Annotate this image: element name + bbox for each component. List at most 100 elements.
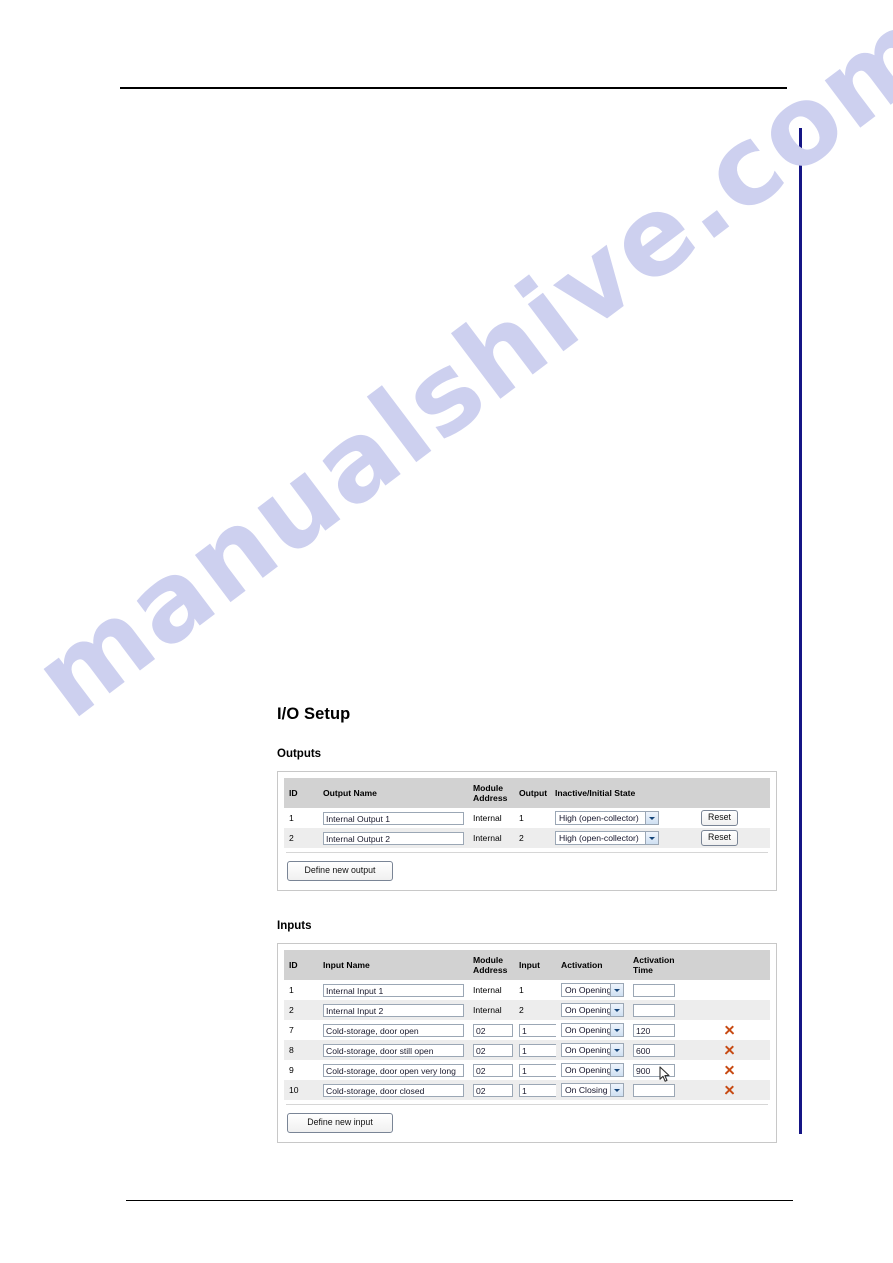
input-name-input[interactable]: Cold-storage, door still open — [323, 1043, 464, 1057]
define-new-input-button[interactable]: Define new input — [287, 1113, 393, 1134]
input-name-input[interactable]: Internal Input 2 — [323, 1003, 464, 1017]
input-activation-select[interactable]: On Closing — [561, 1083, 624, 1098]
table-row: 1 Internal Output 1 Internal 1 High (ope… — [284, 808, 770, 828]
output-state-cell: High (open-collector) — [550, 828, 668, 848]
header-rule — [120, 87, 787, 89]
input-activation-select[interactable]: On Opening — [561, 1063, 624, 1078]
input-number-input[interactable]: 1 — [519, 1023, 559, 1037]
input-module-address-input[interactable]: 02 — [473, 1063, 513, 1077]
input-delete-cell[interactable] — [688, 1080, 770, 1101]
input-activation-time-cell — [628, 1080, 688, 1101]
input-activation-cell: On Opening — [556, 1020, 628, 1041]
input-row-id: 1 — [284, 980, 318, 1001]
side-accent-bar — [799, 128, 802, 1134]
table-row: 2 Internal Output 2 Internal 2 High (ope… — [284, 828, 770, 848]
input-module-address-input[interactable]: 02 — [473, 1083, 513, 1097]
input-activation-time-cell: 600 — [628, 1040, 688, 1061]
delete-icon[interactable] — [724, 1025, 735, 1036]
input-activation-select-value: On Opening — [565, 1005, 610, 1016]
chevron-down-icon — [610, 1024, 623, 1037]
outputs-section-title: Outputs — [277, 747, 322, 760]
inputs-col-module-address: Module Address — [468, 950, 514, 981]
input-activation-time-input[interactable]: 900 — [633, 1063, 675, 1077]
input-activation-time-input[interactable] — [633, 983, 675, 997]
input-delete-cell[interactable] — [688, 1060, 770, 1081]
input-module-address-cell: 02 — [468, 1020, 514, 1041]
input-number-cell: 1 — [514, 1080, 559, 1101]
input-activation-time-input[interactable] — [633, 1003, 675, 1017]
delete-icon[interactable] — [724, 1065, 735, 1076]
input-number: 2 — [514, 1000, 556, 1021]
chevron-down-icon — [610, 1064, 623, 1077]
outputs-col-name: Output Name — [318, 778, 468, 808]
input-activation-select[interactable]: On Opening — [561, 1023, 624, 1038]
output-module-address: Internal — [468, 828, 514, 848]
input-name-input[interactable]: Cold-storage, door closed — [323, 1083, 464, 1097]
reset-button[interactable]: Reset — [701, 830, 738, 846]
reset-button[interactable]: Reset — [701, 810, 738, 826]
input-activation-select[interactable]: On Opening — [561, 1003, 624, 1018]
input-activation-cell: On Opening — [556, 1000, 628, 1021]
inputs-col-id: ID — [284, 950, 318, 981]
table-row: 2 Internal Input 2 Internal 2 On Opening — [284, 1000, 770, 1021]
input-activation-select[interactable]: On Opening — [561, 1043, 624, 1058]
inputs-table-body: 1 Internal Input 1 Internal 1 On Opening — [284, 980, 770, 1101]
input-activation-cell: On Opening — [556, 980, 628, 1001]
input-module-address: Internal — [468, 980, 514, 1001]
table-row: 8 Cold-storage, door still open 02 1 On … — [284, 1040, 770, 1061]
outputs-col-id: ID — [284, 778, 318, 808]
input-module-address-cell: 02 — [468, 1040, 514, 1061]
input-delete-cell[interactable] — [688, 1040, 770, 1061]
input-module-address-input[interactable]: 02 — [473, 1043, 513, 1057]
table-row: 10 Cold-storage, door closed 02 1 On Clo… — [284, 1080, 770, 1101]
output-name-cell: Internal Output 2 — [318, 828, 468, 848]
output-name-input[interactable]: Internal Output 1 — [323, 811, 464, 825]
input-number-input[interactable]: 1 — [519, 1083, 559, 1097]
input-delete-cell[interactable] — [688, 1020, 770, 1041]
outputs-table: ID Output Name Module Address Output Ina… — [284, 778, 770, 848]
inputs-col-input: Input — [514, 950, 556, 981]
output-state-cell: High (open-collector) — [550, 808, 668, 828]
input-activation-select[interactable]: On Opening — [561, 983, 624, 998]
define-new-output-button[interactable]: Define new output — [287, 861, 393, 881]
outputs-col-module-address: Module Address — [468, 778, 514, 808]
input-name-input[interactable]: Cold-storage, door open — [323, 1023, 464, 1037]
input-number-input[interactable]: 1 — [519, 1063, 559, 1077]
input-activation-time-input[interactable] — [633, 1083, 675, 1097]
input-activation-time-input[interactable]: 120 — [633, 1023, 675, 1037]
output-number: 2 — [514, 828, 550, 848]
chevron-down-icon — [645, 832, 658, 844]
output-state-select-value: High (open-collector) — [559, 813, 639, 823]
inputs-section-title: Inputs — [277, 919, 312, 932]
input-number-input[interactable]: 1 — [519, 1043, 559, 1057]
input-module-address-input[interactable]: 02 — [473, 1023, 513, 1037]
output-state-select-value: High (open-collector) — [559, 833, 639, 843]
input-activation-time-input[interactable]: 600 — [633, 1043, 675, 1057]
input-activation-select-value: On Opening — [565, 1025, 610, 1036]
output-module-address: Internal — [468, 808, 514, 828]
table-row: 9 Cold-storage, door open very long 02 1 — [284, 1060, 770, 1081]
output-name-input[interactable]: Internal Output 2 — [323, 831, 464, 845]
input-activation-select-value: On Opening — [565, 1045, 610, 1056]
output-state-select[interactable]: High (open-collector) — [555, 811, 659, 825]
output-reset-cell: Reset — [668, 808, 770, 828]
output-state-select[interactable]: High (open-collector) — [555, 831, 659, 845]
input-row-id: 2 — [284, 1000, 318, 1021]
input-name-input[interactable]: Cold-storage, door open very long — [323, 1063, 464, 1077]
delete-icon[interactable] — [724, 1085, 735, 1096]
output-name-cell: Internal Output 1 — [318, 808, 468, 828]
input-number-cell: 1 — [514, 1020, 559, 1041]
footer-rule — [126, 1200, 793, 1201]
chevron-down-icon — [610, 1044, 623, 1057]
input-activation-cell: On Closing — [556, 1080, 628, 1101]
inputs-table: ID Input Name Module Address Input Activ… — [284, 950, 770, 1101]
outputs-col-actions — [668, 778, 770, 808]
delete-icon[interactable] — [724, 1045, 735, 1056]
inputs-col-activation: Activation — [556, 950, 628, 981]
table-row: 1 Internal Input 1 Internal 1 On Opening — [284, 980, 770, 1001]
inputs-panel: ID Input Name Module Address Input Activ… — [277, 943, 777, 1144]
outputs-table-body: 1 Internal Output 1 Internal 1 High (ope… — [284, 808, 770, 848]
inputs-separator — [286, 1104, 768, 1106]
input-activation-time-cell — [628, 1000, 688, 1021]
input-name-input[interactable]: Internal Input 1 — [323, 983, 464, 997]
